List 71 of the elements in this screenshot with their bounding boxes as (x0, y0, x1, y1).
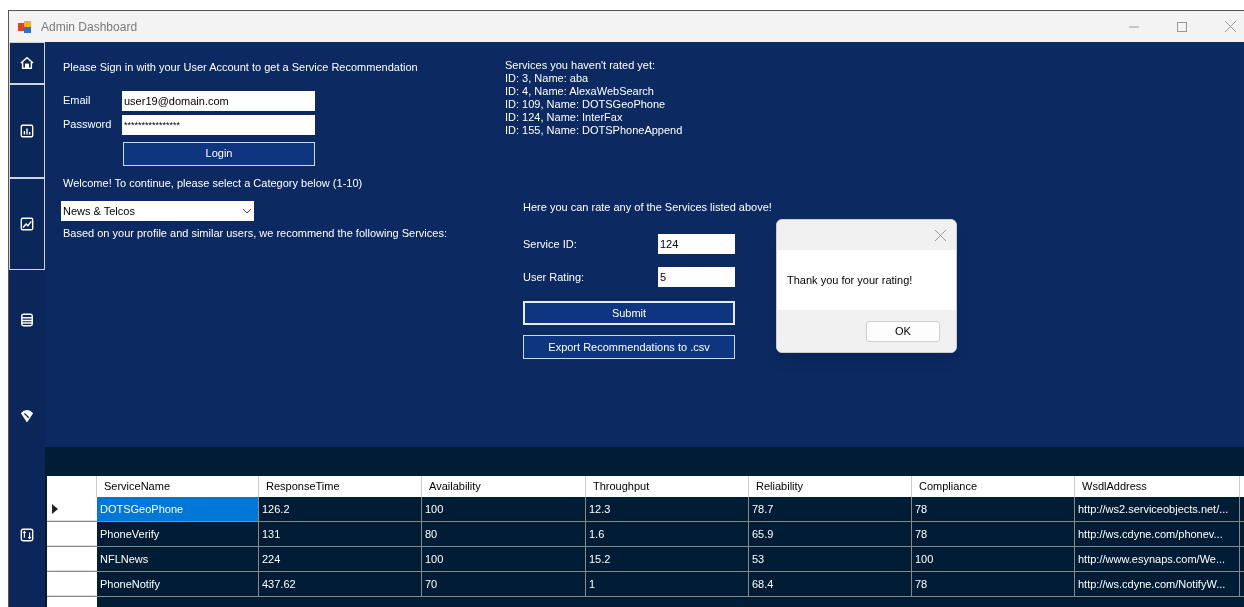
table-cell: 100 (422, 497, 586, 521)
close-icon[interactable] (935, 229, 946, 241)
submit-button[interactable]: Submit (523, 301, 735, 325)
user-rating-field[interactable]: 5 (658, 267, 735, 287)
recommendation-note: Based on your profile and similar users, we recommend the following Services: (63, 226, 448, 241)
email-field[interactable]: user19@domain.com (122, 90, 315, 111)
table-cell: http://ws2.serviceobjects.net/... (1075, 497, 1240, 521)
list-icon[interactable] (20, 313, 34, 327)
unrated-service: ID: 4, Name: AlexaWebSearch (505, 85, 655, 98)
table-cell: http://www.esynaps.com/We... (1075, 547, 1240, 571)
unrated-title: Services you haven't rated yet: (505, 59, 657, 72)
table-cell: 78 (912, 522, 1075, 546)
table-cell: 100 (422, 547, 586, 571)
table-cell: 80 (422, 522, 586, 546)
table-cell: 70 (422, 572, 586, 596)
table-cell: 1.6 (586, 522, 749, 546)
export-button[interactable]: Export Recommendations to .csv (523, 335, 735, 359)
unrated-service: ID: 109, Name: DOTSGeoPhone (505, 98, 667, 111)
column-header[interactable]: WsdlAddress (1075, 476, 1240, 497)
service-id-label: Service ID: (523, 237, 577, 251)
column-header[interactable]: Reliability (749, 476, 912, 497)
table-cell: 131 (259, 522, 422, 546)
table-cell: 126.2 (259, 497, 422, 521)
table-cell: 15.2 (586, 547, 749, 571)
swap-icon[interactable] (20, 527, 34, 542)
column-header[interactable]: Throughput (586, 476, 749, 497)
table-cell: 65.9 (749, 522, 912, 546)
table-cell: 78 (912, 497, 1075, 521)
column-header[interactable]: Availability (422, 476, 586, 497)
unrated-service: ID: 124, Name: InterFax (505, 111, 624, 124)
dialog-message: Thank you for your rating! (787, 272, 913, 288)
table-cell: 1 (586, 572, 749, 596)
unrated-service: ID: 155, Name: DOTSPhoneAppend (505, 124, 684, 137)
table-cell: 100 (912, 547, 1075, 571)
home-icon[interactable] (20, 56, 34, 70)
category-dropdown[interactable]: News & Telcos (61, 201, 254, 221)
login-button[interactable]: Login (123, 141, 315, 166)
bar-chart-icon[interactable] (20, 124, 34, 138)
table-cell: 78 (912, 572, 1075, 596)
table-cell: PhoneVerify (97, 522, 259, 546)
category-prompt: Welcome! To continue, please select a Category below (1-10) (63, 175, 364, 191)
rating-prompt: Here you can rate any of the Services listed above! (523, 201, 772, 214)
table-cell: 53 (749, 547, 912, 571)
table-cell: 68.4 (749, 572, 912, 596)
table-cell: http://ws.cdyne.com/phonev... (1075, 522, 1240, 546)
email-label: Email (63, 93, 92, 109)
close-icon[interactable] (1225, 21, 1236, 32)
window-title: Admin Dashboard (41, 18, 138, 36)
table-cell: http://ws.cdyne.com/NotifyW... (1075, 572, 1240, 596)
maximize-icon[interactable] (1177, 21, 1187, 32)
table-cell: 437.62 (259, 572, 422, 596)
column-header[interactable]: ResponseTime (259, 476, 422, 497)
row-header[interactable] (47, 497, 97, 521)
password-field[interactable]: **************** (122, 114, 315, 135)
password-label: Password (63, 117, 113, 133)
user-rating-label: User Rating: (523, 270, 585, 284)
table-cell: 224 (259, 547, 422, 571)
app-icon (18, 19, 32, 34)
table-cell: 78.7 (749, 497, 912, 521)
shield-icon[interactable] (20, 409, 34, 423)
column-header[interactable]: Compliance (912, 476, 1075, 497)
service-id-field[interactable]: 124 (658, 234, 735, 254)
table-cell: PhoneNotify (97, 572, 259, 596)
table-cell: DOTSGeoPhone (97, 497, 259, 521)
unrated-service: ID: 3, Name: aba (505, 72, 590, 85)
table-cell: NFLNews (97, 547, 259, 571)
chevron-down-icon (242, 208, 252, 214)
sign-in-prompt: Please Sign in with your User Account to get a Service Recommendation (63, 60, 419, 75)
table-cell: 12.3 (586, 497, 749, 521)
line-chart-icon[interactable] (20, 217, 34, 231)
ok-button[interactable]: OK (866, 320, 940, 342)
